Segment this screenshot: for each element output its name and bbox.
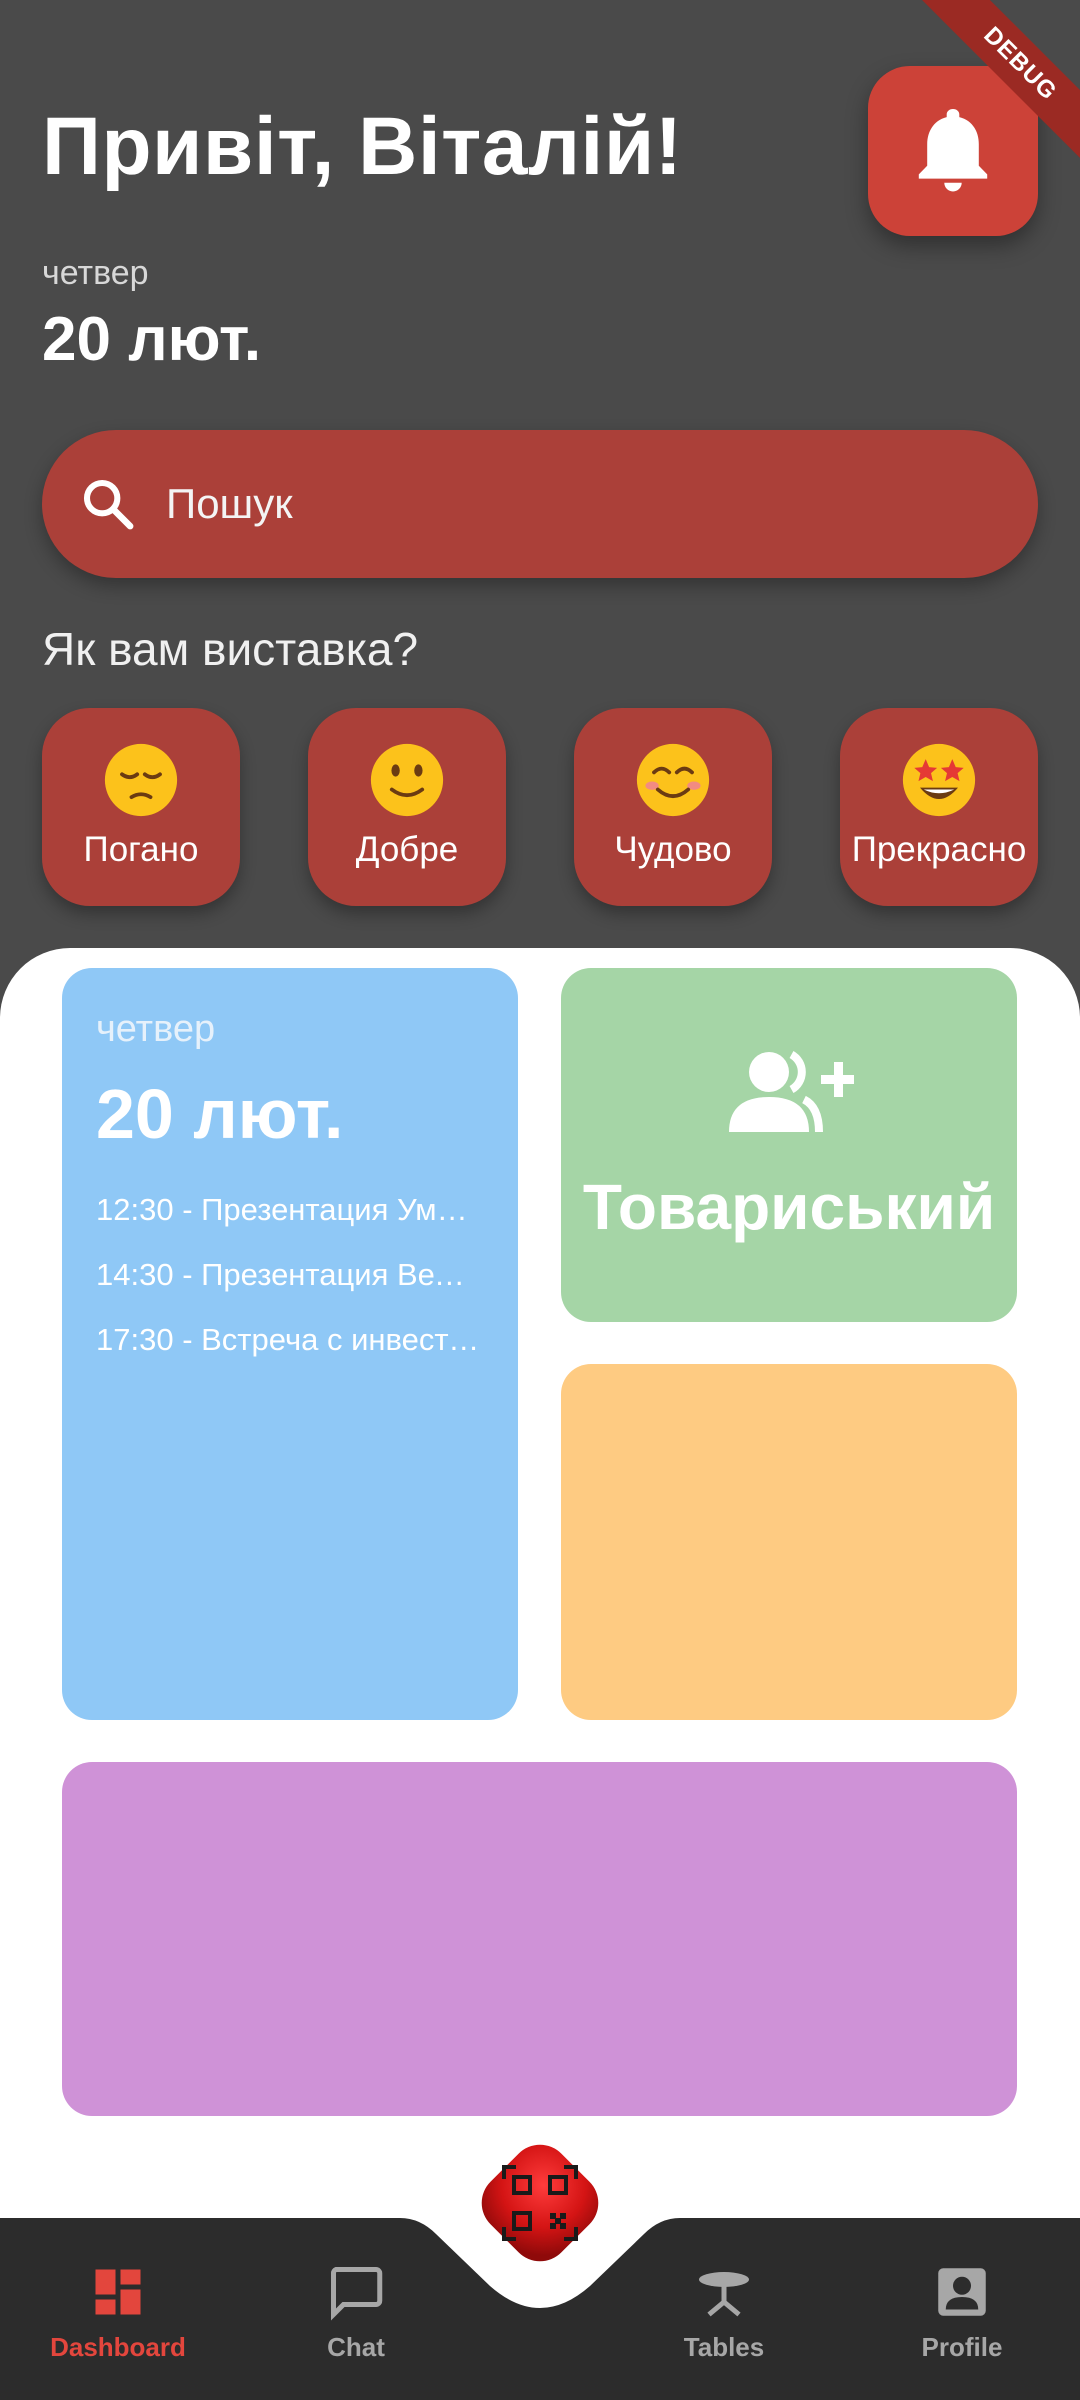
mood-label: Добре — [355, 830, 459, 869]
mood-option-bad[interactable]: Погано — [42, 708, 240, 906]
nav-chat[interactable]: Chat — [256, 2262, 456, 2363]
calendar-weekday: четвер — [96, 1008, 216, 1050]
qr-scan-button[interactable] — [464, 2127, 616, 2279]
smiling-face-icon — [636, 743, 710, 817]
header-date: 20 лют. — [42, 305, 262, 374]
star-struck-face-icon — [902, 743, 976, 817]
add-user-icon — [729, 1051, 854, 1133]
mood-option-good[interactable]: Добре — [308, 708, 506, 906]
purple-card[interactable] — [62, 1762, 1017, 2116]
bell-icon — [918, 109, 988, 192]
calendar-event: 12:30 - Презентация Умный дом — [96, 1192, 480, 1227]
search-icon — [83, 479, 134, 530]
friend-card[interactable] — [561, 968, 1017, 1322]
chat-icon — [331, 2267, 383, 2321]
nav-label: Profile — [921, 2332, 1003, 2362]
notifications-button[interactable] — [868, 66, 1038, 236]
nav-label: Chat — [327, 2332, 385, 2362]
friend-card-label: Товариський — [582, 1171, 996, 1243]
greeting-title: Привіт, Віталій! — [42, 101, 683, 192]
calendar-event: 14:30 - Презентация Велосипеды — [96, 1257, 480, 1292]
mood-label: Прекрасно — [851, 830, 1027, 869]
nav-label: Dashboard — [50, 2332, 186, 2362]
mood-label: Чудово — [614, 830, 732, 869]
calendar-event: 17:30 - Встреча с инвесторами — [96, 1322, 480, 1357]
mood-option-excellent[interactable]: Прекрасно — [840, 708, 1038, 906]
orange-card[interactable] — [561, 1364, 1017, 1720]
slightly-smiling-face-icon — [370, 743, 444, 817]
profile-icon — [938, 2268, 986, 2316]
search-placeholder: Пошук — [166, 480, 293, 527]
table-icon — [699, 2272, 749, 2317]
header-weekday: четвер — [42, 254, 149, 292]
mood-option-great[interactable]: Чудово — [574, 708, 772, 906]
nav-profile[interactable]: Profile — [862, 2262, 1062, 2363]
nav-label: Tables — [683, 2332, 765, 2362]
mood-label: Погано — [83, 830, 199, 869]
search-bar[interactable]: Пошук — [42, 430, 1038, 578]
nav-dashboard[interactable]: Dashboard — [18, 2262, 218, 2363]
calendar-date: 20 лют. — [96, 1075, 344, 1153]
dashboard-icon — [95, 2269, 141, 2315]
pensive-face-icon — [104, 743, 178, 817]
nav-tables[interactable]: Tables — [624, 2262, 824, 2363]
feedback-question: Як вам виставка? — [42, 623, 419, 675]
